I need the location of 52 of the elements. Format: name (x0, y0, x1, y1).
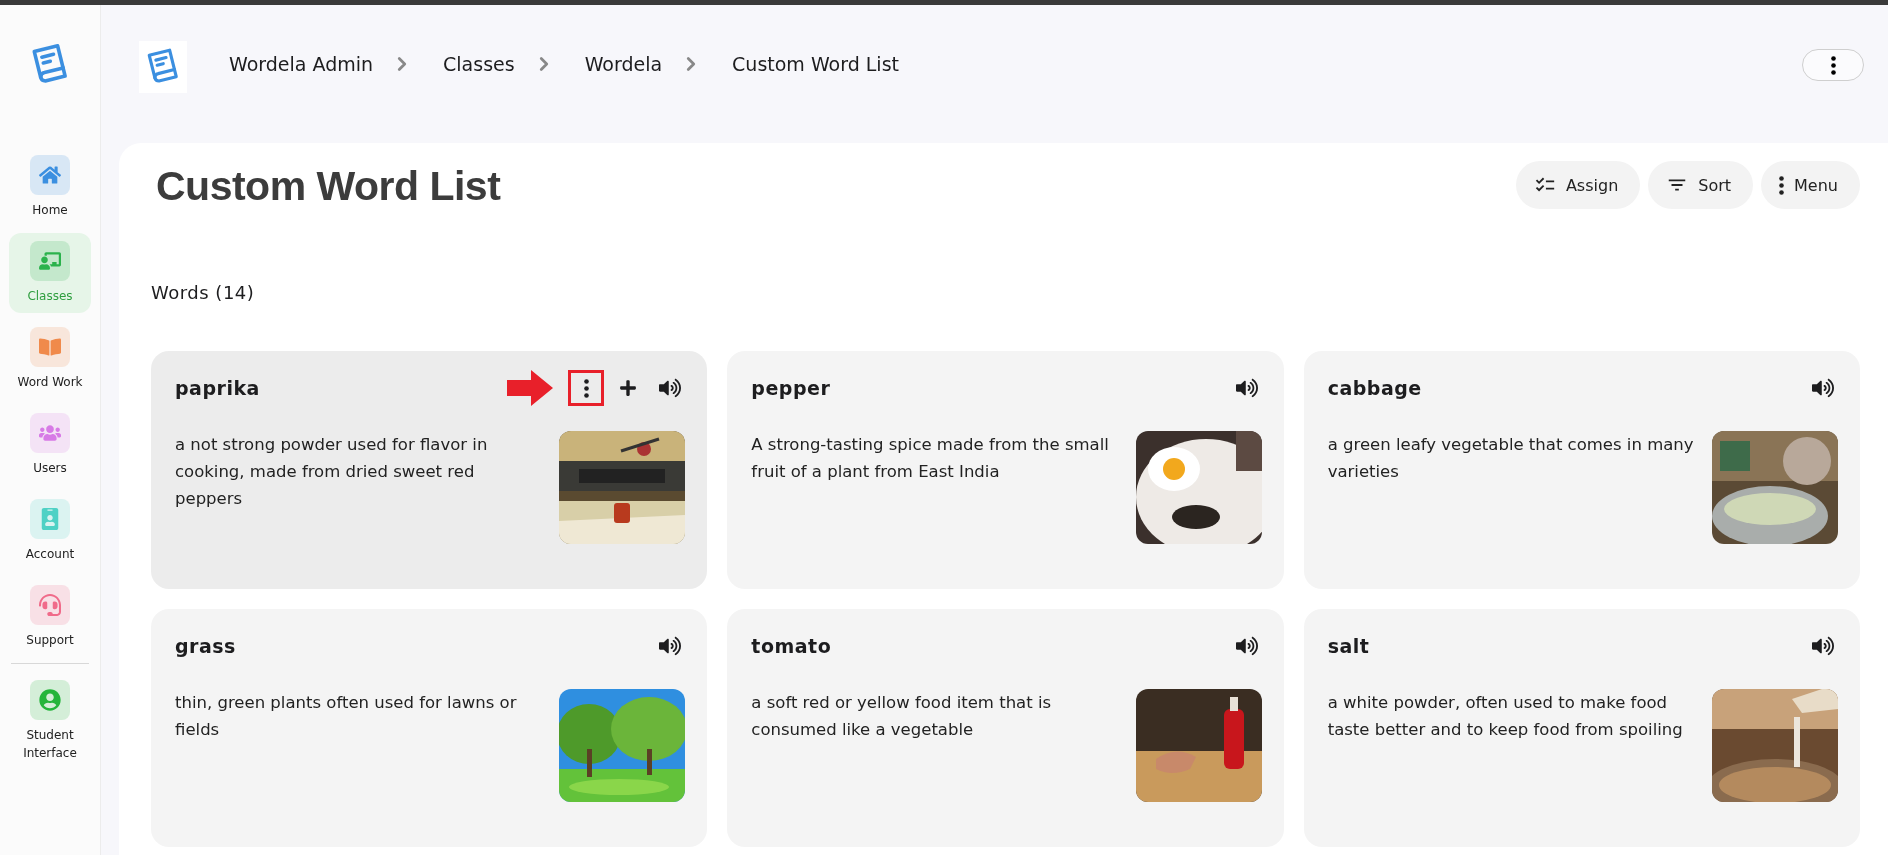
action-button[interactable]: Menu (1761, 161, 1860, 209)
nav-item[interactable]: Word Work (9, 319, 91, 399)
action-button[interactable]: Sort (1648, 161, 1754, 209)
word-definition: a not strong powder used for flavor in cooking, made from dried sweet red peppers (175, 434, 489, 510)
word-title: salt (1327, 635, 1371, 657)
breadcrumb-link[interactable]: Wordela Admin (229, 53, 374, 75)
nav-label: Users (33, 460, 67, 477)
more-icon (1779, 175, 1785, 195)
user-icon (39, 689, 61, 711)
word-title: pepper (751, 377, 832, 399)
nav-item[interactable]: Users (9, 405, 91, 485)
more-icon (583, 378, 589, 398)
nav-label: Account (25, 546, 75, 563)
word-definition: thin, green plants often used for lawns or fields (175, 692, 518, 741)
breadcrumb-link[interactable]: Custom Word List (732, 53, 899, 75)
word-definition: a white powder, often used to make food taste better and to keep food from spoiling (1327, 692, 1684, 741)
chalkboard-icon (39, 250, 61, 272)
word-definition: A strong-tasting spice made from the small fruit of a plant from East India (751, 434, 1110, 483)
nav-label: Home (32, 202, 68, 219)
id-badge-icon (39, 508, 61, 530)
book-icon (39, 336, 61, 358)
users-icon (39, 422, 61, 444)
speaker-icon (1812, 377, 1834, 399)
breadcrumb-link[interactable]: Wordela (584, 53, 663, 75)
section-title: Words (14) (151, 282, 256, 303)
nav-item[interactable]: Home (9, 147, 91, 227)
more-button[interactable] (571, 373, 602, 403)
speaker-icon (1235, 377, 1258, 399)
action-button[interactable]: Assign (1515, 161, 1641, 209)
nav-label: Classes (27, 288, 73, 305)
nav-item[interactable]: Student Interface (9, 672, 91, 770)
breadcrumb-link[interactable]: Classes (443, 53, 515, 75)
speaker-icon (659, 635, 682, 657)
nav-item[interactable]: Support (9, 577, 91, 657)
speaker-icon (659, 377, 682, 399)
speaker-icon (1812, 635, 1834, 657)
word-title: cabbage (1327, 377, 1423, 399)
word-title: paprika (175, 377, 261, 399)
word-definition: a green leafy vegetable that comes in many varieties (1327, 434, 1694, 483)
nav-label: Support (26, 632, 74, 649)
word-title: grass (175, 635, 237, 657)
more-icon (1830, 55, 1836, 75)
speaker-icon (1235, 635, 1258, 657)
nav-item[interactable]: Account (9, 491, 91, 571)
nav-label: Student Interface (22, 727, 78, 762)
page-title: Custom Word List (156, 163, 501, 210)
nav-label: Word Work (17, 374, 83, 391)
word-definition: a soft red or yellow food item that is consumed like a vegetable (751, 692, 1053, 741)
headset-icon (39, 594, 61, 616)
home-icon (39, 164, 61, 186)
plus-icon (619, 379, 638, 397)
word-title: tomato (751, 635, 833, 657)
